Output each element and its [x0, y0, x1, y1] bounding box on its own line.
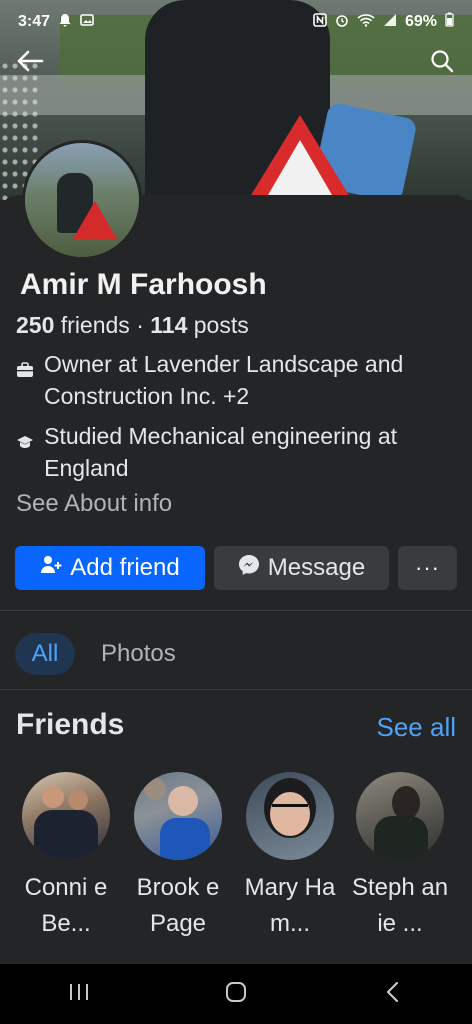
briefcase-icon	[16, 348, 34, 380]
posts-count: 114	[150, 312, 188, 338]
profile-avatar[interactable]	[22, 140, 142, 260]
profile-stats: 250 friends · 114 posts	[16, 312, 249, 339]
home-icon	[225, 981, 247, 1008]
search-icon	[430, 49, 454, 78]
system-back-button[interactable]	[363, 974, 423, 1014]
work-text: Owner at Lavender Landscape and Construc…	[44, 351, 404, 409]
signal-icon	[383, 13, 397, 32]
recent-apps-button[interactable]	[49, 974, 109, 1014]
message-button[interactable]: Message	[214, 546, 389, 590]
nfc-icon	[313, 12, 327, 32]
recent-apps-icon	[68, 982, 90, 1007]
gallery-notification-icon	[80, 13, 94, 32]
add-person-icon	[40, 554, 62, 582]
friends-label[interactable]: friends	[61, 312, 130, 338]
graduation-cap-icon	[16, 420, 34, 452]
battery-icon	[445, 12, 454, 32]
status-time: 3:47	[18, 13, 51, 30]
see-all-friends-link[interactable]: See all	[377, 712, 457, 743]
add-friend-button[interactable]: Add friend	[15, 546, 205, 590]
friend-name[interactable]: Brook e Page	[128, 870, 228, 942]
friend-avatar[interactable]	[22, 772, 110, 860]
friend-avatar[interactable]	[134, 772, 222, 860]
divider	[0, 689, 472, 690]
friend-avatar[interactable]	[246, 772, 334, 860]
work-info: Owner at Lavender Landscape and Construc…	[16, 348, 436, 412]
home-button[interactable]	[206, 974, 266, 1014]
wifi-icon	[357, 13, 375, 32]
friend-name[interactable]: Conni e Be...	[16, 870, 116, 942]
see-about-info-link[interactable]: See About info	[16, 490, 172, 518]
tab-all[interactable]: All	[15, 633, 75, 675]
more-options-button[interactable]: ···	[398, 546, 457, 590]
search-button[interactable]	[424, 45, 460, 81]
tab-photos[interactable]: Photos	[101, 633, 176, 675]
more-dots-icon: ···	[415, 555, 440, 580]
messenger-icon	[238, 554, 260, 583]
cover-warning-sign-inner	[268, 140, 332, 195]
education-info: Studied Mechanical engineering at Englan…	[16, 420, 446, 484]
status-bar: 3:47 69%	[0, 0, 472, 44]
profile-name: Amir M Farhoosh	[20, 268, 267, 301]
friend-name[interactable]: Steph anie ...	[350, 870, 450, 942]
notification-bell-icon	[58, 13, 72, 32]
friends-count[interactable]: 250	[16, 312, 54, 338]
friend-avatar[interactable]	[356, 772, 444, 860]
message-label: Message	[267, 554, 366, 581]
chevron-left-icon	[385, 981, 401, 1008]
stats-separator: ·	[136, 312, 144, 338]
divider	[0, 610, 472, 611]
friend-card[interactable]: Mary Ham...	[240, 772, 340, 942]
system-navigation-bar	[0, 964, 472, 1024]
friend-card[interactable]: Conni e Be...	[16, 772, 116, 942]
battery-percentage: 69%	[404, 13, 437, 30]
friends-section-title: Friends	[16, 708, 125, 741]
friend-card[interactable]: Brook e Page	[128, 772, 228, 942]
arrow-left-icon	[16, 49, 44, 78]
add-friend-label: Add friend	[70, 554, 180, 581]
friend-card[interactable]: Steph anie ...	[350, 772, 450, 942]
back-button[interactable]	[12, 45, 48, 81]
friend-name[interactable]: Mary Ham...	[240, 870, 340, 942]
posts-label: posts	[193, 312, 249, 338]
alarm-icon	[335, 13, 349, 32]
education-text: Studied Mechanical engineering at Englan…	[44, 423, 398, 481]
